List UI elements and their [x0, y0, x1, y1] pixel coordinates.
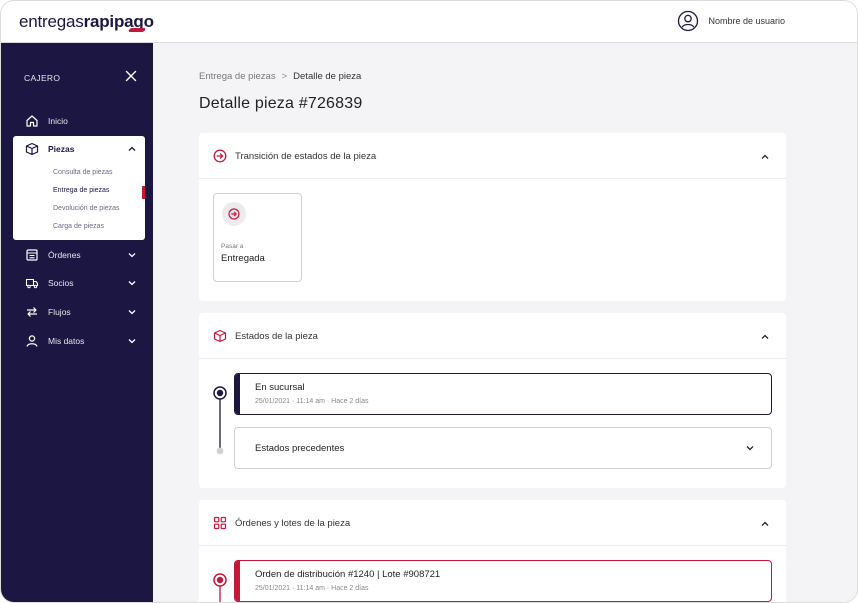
transition-tile-label: Pasar a: [221, 243, 244, 250]
user-menu[interactable]: Nombre de usuario: [677, 10, 785, 32]
chevron-up-icon[interactable]: [760, 152, 770, 162]
order-lot-box[interactable]: Orden de distribución #1240 | Lote #9087…: [234, 560, 772, 602]
orders-card-title: Órdenes y lotes de la pieza: [235, 518, 351, 529]
subitem-consulta-piezas[interactable]: Consulta de piezas: [53, 169, 113, 176]
orders-icon: [25, 248, 39, 262]
user-name: Nombre de usuario: [708, 16, 785, 26]
sidebar-item-socios[interactable]: Socios: [13, 270, 145, 296]
sidebar-item-label: Inicio: [48, 116, 68, 126]
sidebar-item-piezas[interactable]: Piezas: [13, 136, 145, 162]
chevron-down-icon[interactable]: [127, 278, 137, 288]
states-card-title: Estados de la pieza: [235, 331, 318, 342]
sidebar-item-ordenes[interactable]: Órdenes: [13, 242, 145, 268]
sidebar-item-label: Flujos: [48, 307, 71, 317]
breadcrumb: Entrega de piezas > Detalle de pieza: [199, 71, 361, 82]
transition-card: Transición de estados de la pieza Pasar …: [199, 133, 786, 301]
sidebar: CAJERO Inicio Piezas Consulta de piezas …: [1, 43, 153, 602]
chevron-down-icon[interactable]: [745, 443, 755, 453]
breadcrumb-current: Detalle de pieza: [293, 71, 362, 82]
sidebar-item-label: Órdenes: [48, 250, 81, 260]
transition-tile-value: Entregada: [221, 253, 265, 264]
transition-card-title: Transición de estados de la pieza: [235, 151, 377, 162]
states-card: Estados de la pieza En sucursal 25/01/20…: [199, 313, 786, 488]
sidebar-item-label: Mis datos: [48, 336, 85, 346]
sidebar-submenu-piezas: Piezas Consulta de piezas Entrega de pie…: [13, 136, 145, 240]
top-bar: entregasrapipago Nombre de usuario: [1, 1, 857, 43]
active-item-marker: [142, 186, 145, 199]
arrow-circle-icon: [222, 202, 246, 226]
sidebar-item-label: Piezas: [48, 144, 75, 154]
previous-states-label: Estados precedentes: [255, 443, 345, 454]
box-icon: [25, 142, 39, 156]
orders-card: Órdenes y lotes de la pieza Orden de dis…: [199, 500, 786, 602]
app-window: entregasrapipago Nombre de usuario CAJER…: [0, 0, 858, 603]
chevron-up-icon[interactable]: [760, 519, 770, 529]
close-icon[interactable]: [124, 69, 138, 83]
truck-icon: [25, 276, 39, 290]
chevron-down-icon[interactable]: [127, 336, 137, 346]
order-lot-title: Orden de distribución #1240 | Lote #9087…: [255, 569, 441, 580]
flow-arrows-icon: [25, 305, 39, 319]
home-icon: [25, 114, 39, 128]
transition-tile-entregada[interactable]: Pasar a Entregada: [213, 193, 302, 282]
arrow-circle-icon: [213, 149, 227, 163]
page-title: Detalle pieza #726839: [199, 95, 363, 112]
grid-icon: [213, 516, 227, 530]
user-icon: [25, 334, 39, 348]
main-content: Entrega de piezas > Detalle de pieza Detal…: [153, 43, 857, 602]
current-state-title: En sucursal: [255, 382, 305, 393]
chevron-down-icon[interactable]: [127, 250, 137, 260]
breadcrumb-separator: >: [281, 71, 288, 82]
user-avatar-icon: [678, 10, 699, 32]
order-lot-timestamp: 25/01/2021 · 11:14 am · Hace 2 días: [255, 585, 369, 592]
sidebar-item-inicio[interactable]: Inicio: [13, 108, 145, 134]
sidebar-item-mis-datos[interactable]: Mis datos: [13, 328, 145, 354]
sidebar-item-flujos[interactable]: Flujos: [13, 299, 145, 325]
order-timeline-connector: [213, 573, 227, 602]
logo-swoosh: [127, 28, 147, 32]
subitem-carga-piezas[interactable]: Carga de piezas: [53, 223, 104, 230]
chevron-up-icon[interactable]: [760, 332, 770, 342]
current-state-timestamp: 25/01/2021 · 11:14 am · Hace 2 días: [255, 398, 369, 405]
orders-card-header[interactable]: Órdenes y lotes de la pieza: [199, 500, 786, 546]
subitem-entrega-piezas[interactable]: Entrega de piezas: [53, 187, 109, 194]
timeline-connector: [213, 386, 227, 455]
current-state-box: En sucursal 25/01/2021 · 11:14 am · Hace…: [234, 373, 772, 415]
sidebar-item-label: Socios: [48, 278, 74, 288]
chevron-down-icon[interactable]: [127, 307, 137, 317]
states-card-header[interactable]: Estados de la pieza: [199, 313, 786, 359]
transition-card-header[interactable]: Transición de estados de la pieza: [199, 133, 786, 179]
subitem-devolucion-piezas[interactable]: Devolución de piezas: [53, 205, 120, 212]
sidebar-title: CAJERO: [24, 73, 61, 83]
chevron-up-icon[interactable]: [127, 144, 137, 154]
box-icon: [213, 329, 227, 343]
previous-states-dropdown[interactable]: Estados precedentes: [234, 427, 772, 469]
breadcrumb-parent-link[interactable]: Entrega de piezas: [199, 71, 276, 82]
